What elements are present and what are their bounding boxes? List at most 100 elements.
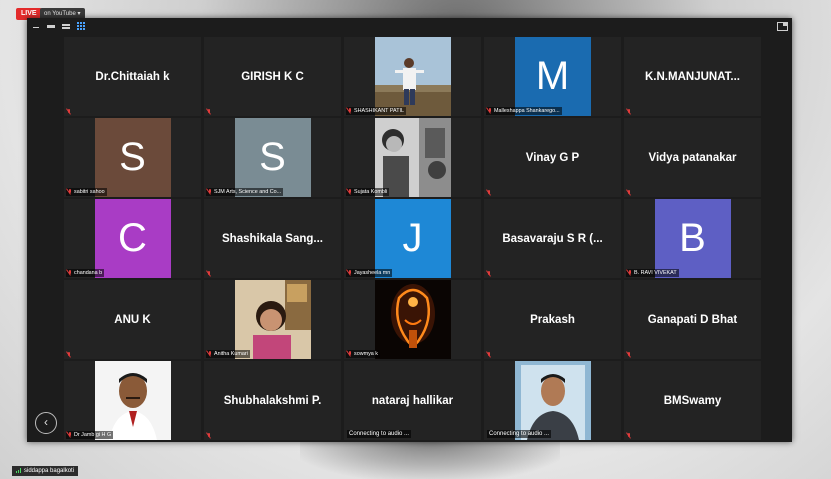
participant-tile[interactable]: Shashikala Sang... xyxy=(204,199,341,278)
participant-tile[interactable]: M Malleshappa Shankarego... xyxy=(484,37,621,116)
participant-label: Jayasheela mn xyxy=(346,269,393,277)
participant-label: B. RAVI VIVEKAT xyxy=(626,269,679,277)
participant-tile[interactable]: Ganapati D Bhat xyxy=(624,280,761,359)
participant-tile[interactable]: Anitha Kumari xyxy=(204,280,341,359)
participant-tile[interactable]: Connecting to audio ... xyxy=(484,361,621,440)
connecting-audio-label: Connecting to audio ... xyxy=(347,430,412,438)
mic-muted-icon xyxy=(487,271,491,276)
mic-muted-icon xyxy=(67,352,71,357)
participant-label-text: B. RAVI VIVEKAT xyxy=(634,270,677,276)
participant-name: GIRISH K C xyxy=(241,70,304,83)
participant-video-frame xyxy=(374,280,451,359)
participant-label: Anitha Kumari xyxy=(206,350,250,358)
participant-label-text: Jayasheela mn xyxy=(354,270,391,276)
participant-label-text: sowmya k xyxy=(354,351,378,357)
participant-tile[interactable]: K.N.MANJUNAT... xyxy=(624,37,761,116)
mic-muted-icon xyxy=(68,189,72,194)
local-user-label: siddappa bagalkoti xyxy=(12,466,79,476)
avatar: S xyxy=(94,118,171,197)
participant-tile[interactable]: Ssabitri sahoo xyxy=(64,118,201,197)
participant-tile[interactable]: Basavaraju S R (... xyxy=(484,199,621,278)
mic-muted-icon xyxy=(348,108,352,113)
participant-label-text: SJM Arts, Science and Co... xyxy=(214,189,282,195)
avatar: J xyxy=(374,199,451,278)
participant-label-text: chandana b xyxy=(74,270,103,276)
participant-label: Sujata Kombli xyxy=(346,188,390,196)
participant-tile[interactable]: BMSwamy xyxy=(624,361,761,440)
participant-video-frame xyxy=(374,37,451,116)
local-user-name: siddappa bagalkoti xyxy=(24,468,75,474)
participant-name: Vinay G P xyxy=(525,151,580,164)
mic-muted-icon xyxy=(627,352,631,357)
participant-tile[interactable]: Vidya patanakar xyxy=(624,118,761,197)
participant-label: SJM Arts, Science and Co... xyxy=(206,188,284,196)
participant-label: Dr Jamb gi H G xyxy=(66,431,114,439)
gallery-view-icon[interactable] xyxy=(76,21,86,31)
participant-tile[interactable]: Vinay G P xyxy=(484,118,621,197)
avatar: S xyxy=(234,118,311,197)
participant-name: Dr.Chittaiah k xyxy=(95,70,170,83)
participant-tile[interactable]: Prakash xyxy=(484,280,621,359)
participant-label-text: SHASHIKANT PATIL xyxy=(354,108,405,114)
mic-muted-icon xyxy=(487,190,491,195)
thumbnail-view-icon[interactable] xyxy=(46,21,56,31)
mic-muted-icon xyxy=(68,432,72,437)
participant-tile[interactable]: Sujata Kombli xyxy=(344,118,481,197)
mic-muted-icon xyxy=(348,189,352,194)
participant-tile[interactable]: GIRISH K C xyxy=(204,37,341,116)
participant-name: ANU K xyxy=(114,313,151,326)
speaker-view-icon[interactable] xyxy=(61,21,71,31)
participant-tile[interactable]: SHASHIKANT PATIL xyxy=(344,37,481,116)
avatar: C xyxy=(94,199,171,278)
mic-muted-icon xyxy=(208,351,212,356)
participant-tile[interactable]: J Jayasheela mn xyxy=(344,199,481,278)
participant-video-frame xyxy=(514,361,591,440)
participant-name: Basavaraju S R (... xyxy=(502,232,603,245)
participant-name: BMSwamy xyxy=(663,394,722,407)
participant-video-frame xyxy=(94,361,171,440)
mic-muted-icon xyxy=(487,352,491,357)
participant-label: Malleshappa Shankarego... xyxy=(486,107,562,115)
participant-name: nataraj hallikar xyxy=(371,394,454,407)
participant-label-text: Sujata Kombli xyxy=(354,189,388,195)
participant-name: Prakash xyxy=(530,313,575,326)
mic-muted-icon xyxy=(207,109,211,114)
view-controls xyxy=(31,21,86,31)
participant-label-text: sabitri sahoo xyxy=(74,189,105,195)
participant-name: K.N.MANJUNAT... xyxy=(645,70,740,83)
participant-tile[interactable]: Dr Jamb gi H G xyxy=(64,361,201,440)
mic-muted-icon xyxy=(627,190,631,195)
mic-muted-icon xyxy=(67,109,71,114)
participant-tile[interactable]: Dr.Chittaiah k xyxy=(64,37,201,116)
mic-muted-icon xyxy=(488,108,492,113)
participant-name: Shashikala Sang... xyxy=(222,232,323,245)
mic-muted-icon xyxy=(348,351,352,356)
participant-name: Shubhalakshmi P. xyxy=(223,394,322,407)
participant-label: sowmya k xyxy=(346,350,380,358)
previous-page-button[interactable]: ‹ xyxy=(35,412,57,434)
minimize-view-icon[interactable] xyxy=(31,21,41,31)
participant-tile[interactable]: Shubhalakshmi P. xyxy=(204,361,341,440)
participant-video-frame xyxy=(374,118,451,197)
participant-tile[interactable]: Cchandana b xyxy=(64,199,201,278)
participant-tile[interactable]: ANU K xyxy=(64,280,201,359)
mic-muted-icon xyxy=(627,109,631,114)
mic-muted-icon xyxy=(348,270,352,275)
participant-label: SHASHIKANT PATIL xyxy=(346,107,407,115)
participant-label-text: Malleshappa Shankarego... xyxy=(494,108,560,114)
mic-muted-icon xyxy=(628,270,632,275)
participant-name: Vidya patanakar xyxy=(648,151,737,164)
mic-muted-icon xyxy=(627,433,631,438)
mic-muted-icon xyxy=(207,433,211,438)
fullscreen-icon[interactable] xyxy=(777,22,788,31)
participant-tile[interactable]: B B. RAVI VIVEKAT xyxy=(624,199,761,278)
participant-tile[interactable]: S SJM Arts, Science and Co... xyxy=(204,118,341,197)
participant-label: sabitri sahoo xyxy=(66,188,107,196)
participant-label: chandana b xyxy=(66,269,105,277)
participant-label-text: Dr Jamb gi H G xyxy=(74,432,112,438)
connecting-audio-label: Connecting to audio ... xyxy=(487,430,552,438)
meeting-gallery-window: Dr.Chittaiah k GIRISH K C SHASHIKANT PATIL… xyxy=(27,18,792,442)
participant-tile[interactable]: nataraj hallikar Connecting to audio ... xyxy=(344,361,481,440)
participant-name: Ganapati D Bhat xyxy=(647,313,738,326)
participant-tile[interactable]: sowmya k xyxy=(344,280,481,359)
